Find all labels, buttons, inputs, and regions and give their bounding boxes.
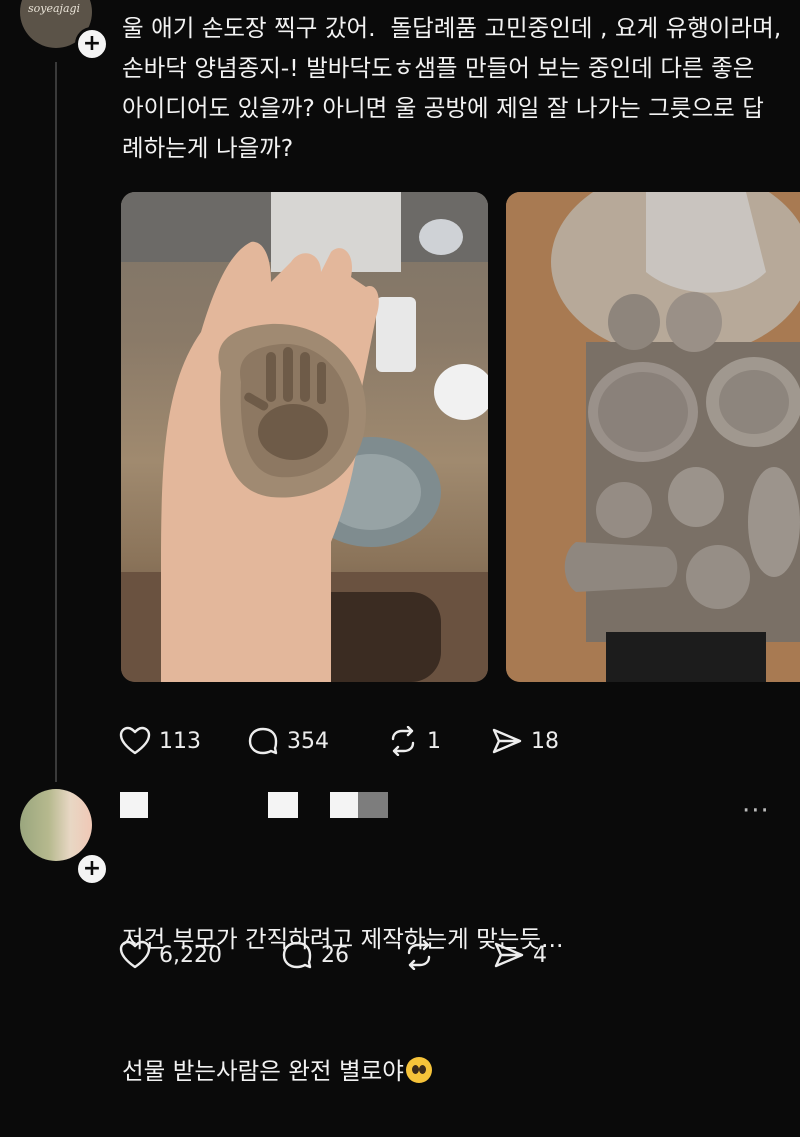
pleading-face-emoji-icon (405, 1057, 432, 1083)
reply-action-bar: 6,220 26 4 (119, 940, 547, 970)
post-image-pottery-samples[interactable] (506, 192, 800, 682)
repost-icon (391, 726, 415, 756)
reply-text-line-2: 선물 받는사람은 완전 별로야 (122, 1049, 782, 1093)
post-share-count: 18 (531, 728, 559, 754)
reply-follow-plus-button[interactable]: + (75, 852, 109, 886)
redacted-username-block (268, 792, 298, 818)
comment-icon (282, 941, 312, 969)
post-comment-count: 354 (287, 728, 329, 754)
post-share-button[interactable]: 18 (491, 726, 559, 756)
post-repost-button[interactable]: 1 (387, 726, 491, 756)
share-send-icon (494, 942, 524, 968)
redacted-username-block (358, 792, 388, 818)
redacted-username-block (120, 792, 148, 818)
avatar-handle-text: soyeajagi (28, 2, 81, 15)
reply-body-text: 저건 부모가 간직하려고 제작하는게 맞는듯... 선물 받는사람은 완전 별로… (122, 829, 782, 1137)
reply-text-line-2-text: 선물 받는사람은 완전 별로야 (122, 1057, 404, 1085)
post-comment-button[interactable]: 354 (247, 726, 387, 756)
share-send-icon (492, 728, 522, 754)
post-action-bar: 113 354 1 18 (119, 726, 559, 756)
pottery-photo-illustration (506, 192, 800, 682)
post-repost-count: 1 (427, 728, 441, 754)
handprint-photo-illustration (121, 192, 488, 682)
heart-icon (119, 726, 151, 755)
post-like-button[interactable]: 113 (119, 726, 247, 756)
reply-like-count: 6,220 (159, 942, 222, 968)
redacted-username-block (330, 792, 358, 818)
reply-share-button[interactable]: 4 (493, 940, 547, 970)
reply-comment-button[interactable]: 26 (281, 940, 403, 970)
reply-repost-button[interactable] (403, 940, 493, 970)
reply-like-button[interactable]: 6,220 (119, 940, 281, 970)
comment-icon (248, 727, 278, 755)
more-options-icon[interactable]: ··· (742, 796, 770, 826)
post-body-text: 울 애기 손도장 찍구 갔어. 돌답례품 고민중인데 , 요게 유행이라며,손바… (122, 14, 782, 162)
post-image-handprint-dish[interactable] (121, 192, 488, 682)
post-like-count: 113 (159, 728, 201, 754)
reply-comment-count: 26 (321, 942, 349, 968)
repost-icon (407, 940, 431, 970)
heart-icon (119, 940, 151, 969)
follow-plus-button[interactable]: + (75, 27, 109, 61)
reply-share-count: 4 (533, 942, 547, 968)
reply-author-avatar[interactable] (20, 789, 92, 861)
thread-connector-line (55, 62, 57, 782)
